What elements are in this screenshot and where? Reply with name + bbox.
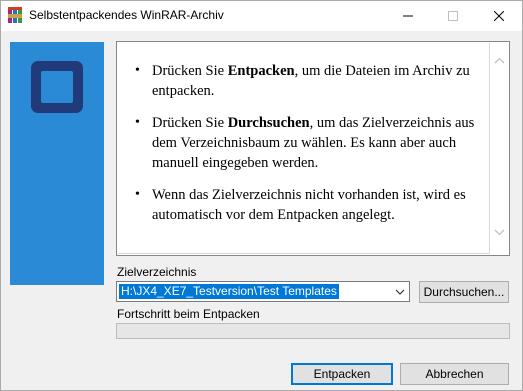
sidebar-banner [10,42,104,285]
destination-combobox[interactable]: H:\JX4_XE7_Testversion\Test Templates [116,281,410,302]
winrar-books-icon [8,7,22,23]
cancel-button[interactable]: Abbrechen [400,363,509,385]
scroll-down-icon[interactable] [494,227,505,238]
info-bullet: Drücken Sie Entpacken, um die Dateien im… [135,61,488,101]
info-bullet: Wenn das Zielverzeichnis nicht vorhanden… [135,185,488,225]
progress-label: Fortschritt beim Entpacken [117,307,260,321]
minimize-button[interactable] [385,1,430,31]
minimize-icon [402,15,413,17]
close-icon [493,11,504,21]
scroll-up-icon[interactable] [494,55,505,66]
info-text-area: Drücken Sie Entpacken, um die Dateien im… [118,43,490,254]
winrar-logo-icon [31,61,83,113]
title-bar[interactable]: Selbstentpackendes WinRAR-Archiv [1,1,522,31]
sfx-dialog-window: Selbstentpackendes WinRAR-Archiv Drücken… [0,0,523,391]
destination-path-value[interactable]: H:\JX4_XE7_Testversion\Test Templates [119,284,339,299]
destination-label: Zielverzeichnis [117,265,197,279]
maximize-icon [447,11,458,21]
info-bullet: Drücken Sie Durchsuchen, um das Zielverz… [135,113,488,173]
maximize-button [430,1,475,31]
extract-button[interactable]: Entpacken [291,363,393,385]
extract-progress-bar [116,323,510,339]
window-title: Selbstentpackendes WinRAR-Archiv [29,8,224,22]
browse-button[interactable]: Durchsuchen... [419,281,509,303]
info-text-pane: Drücken Sie Entpacken, um die Dateien im… [116,41,510,256]
info-bullet-list: Drücken Sie Entpacken, um die Dateien im… [135,61,488,237]
close-button[interactable] [476,1,521,31]
info-scrollbar[interactable] [491,43,508,254]
chevron-down-icon[interactable] [393,284,407,299]
